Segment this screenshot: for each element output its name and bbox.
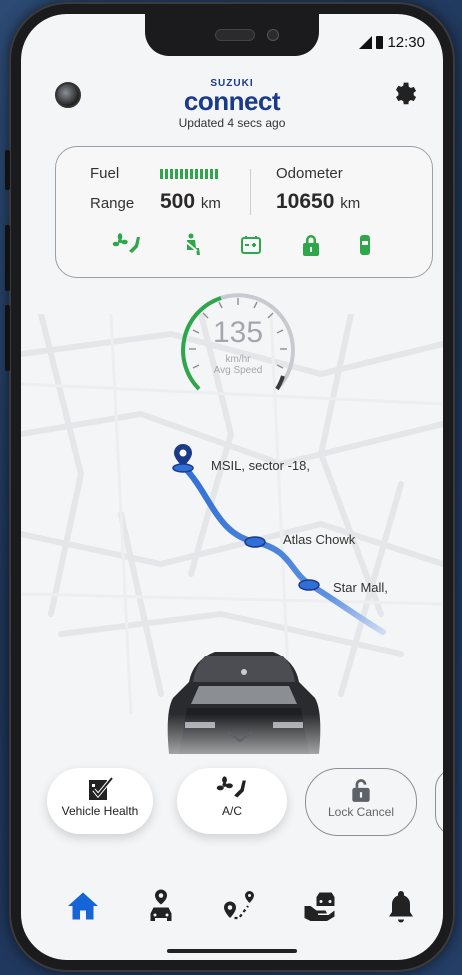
front-camera bbox=[267, 29, 279, 41]
route-stop-label: Star Mall, bbox=[333, 580, 388, 595]
unlock-icon bbox=[352, 779, 370, 802]
side-button-volume-up bbox=[5, 225, 10, 291]
route-stop-marker[interactable] bbox=[244, 536, 266, 548]
vehicle-health-button[interactable]: Vehicle Health bbox=[47, 768, 153, 834]
vehicle-health-icon bbox=[89, 776, 114, 800]
app-screen: 12:30 SUZUKI connect Updated 4 secs ago … bbox=[21, 14, 443, 960]
car-location-icon[interactable] bbox=[143, 888, 179, 924]
ac-button[interactable]: A/C bbox=[177, 768, 287, 834]
phone-notch bbox=[145, 14, 319, 56]
lock-cancel-button[interactable]: Lock Cancel bbox=[305, 768, 417, 836]
route-stop-label: Atlas Chowk bbox=[283, 532, 356, 547]
trip-route-icon[interactable] bbox=[221, 888, 257, 924]
map-fade bbox=[21, 714, 443, 774]
vehicle-health-label: Vehicle Health bbox=[61, 804, 139, 818]
ac-fan-icon bbox=[216, 776, 246, 798]
home-indicator bbox=[167, 949, 297, 953]
side-button-volume-down bbox=[5, 305, 10, 371]
bottom-navigation bbox=[21, 884, 443, 934]
route-stop-label: MSIL, sector -18, bbox=[211, 458, 310, 473]
lock-cancel-label: Lock Cancel bbox=[327, 805, 395, 819]
chevron-down-icon[interactable] bbox=[227, 730, 253, 744]
side-button-mute bbox=[5, 150, 10, 190]
speaker-grille bbox=[215, 29, 255, 41]
bell-icon[interactable] bbox=[383, 888, 419, 924]
home-icon[interactable] bbox=[65, 888, 101, 924]
ac-label: A/C bbox=[221, 804, 242, 818]
route-start-pin-icon[interactable] bbox=[172, 444, 194, 473]
route-stop-marker[interactable] bbox=[298, 579, 320, 591]
hand-car-icon[interactable] bbox=[303, 888, 339, 924]
